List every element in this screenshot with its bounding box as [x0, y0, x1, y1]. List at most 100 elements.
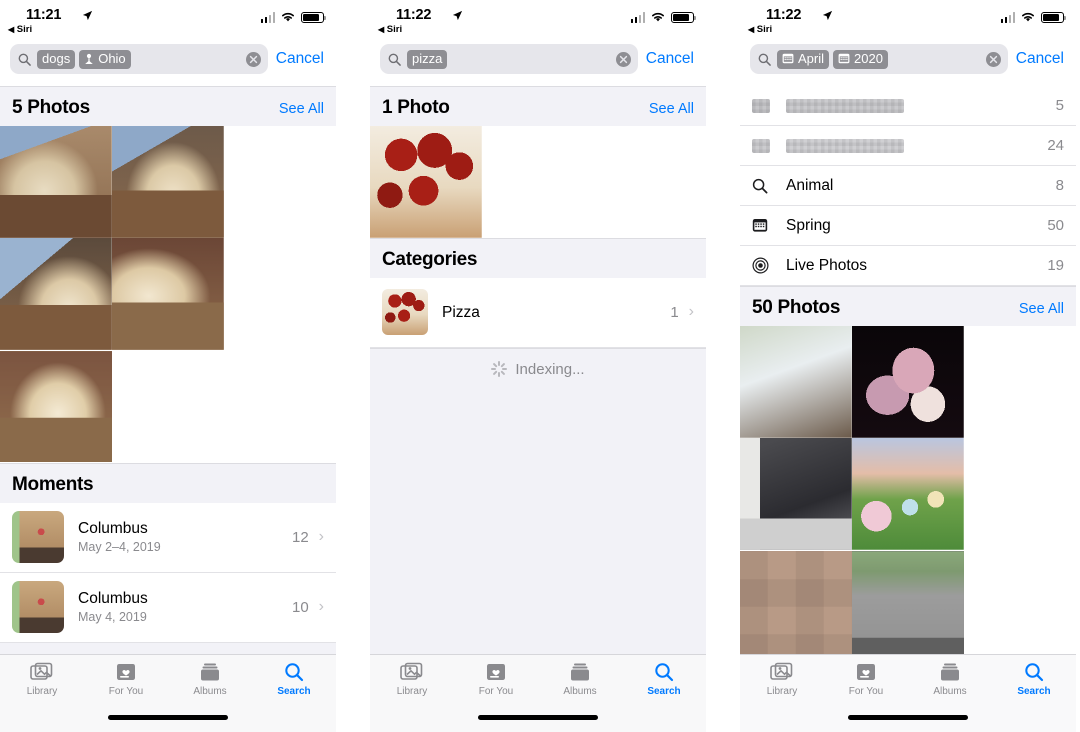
photo-thumbnail[interactable]: [0, 238, 112, 350]
albums-icon: [201, 663, 219, 681]
cancel-button[interactable]: Cancel: [276, 50, 326, 68]
see-all-link[interactable]: See All: [649, 101, 694, 117]
photo-thumbnail[interactable]: [740, 438, 852, 550]
photo-thumbnail[interactable]: [0, 126, 112, 238]
tab-for-you[interactable]: For You: [454, 662, 538, 697]
clear-search-button[interactable]: [615, 51, 631, 67]
suggestion-count: 24: [1047, 137, 1064, 154]
search-token-april[interactable]: April: [777, 49, 830, 69]
photo-thumbnail[interactable]: [0, 350, 112, 463]
tab-search[interactable]: Search: [622, 662, 706, 697]
search-bar: pizza Cancel: [370, 40, 706, 86]
search-token-label: pizza: [412, 50, 443, 66]
tab-library[interactable]: Library: [0, 662, 84, 697]
photo-thumbnail[interactable]: [370, 126, 482, 238]
see-all-link[interactable]: See All: [279, 101, 324, 117]
search-token-pizza[interactable]: pizza: [407, 49, 448, 69]
list-item[interactable]: Columbus May 4, 2019 10 ›: [0, 572, 336, 643]
redacted-icon: [752, 98, 774, 113]
photo-thumbnail[interactable]: [852, 438, 964, 550]
screenshot-root: 11:21 ◀ Siri dogs Ohio Cancel 5 Photos S…: [0, 0, 1080, 732]
search-results: 1 Photo See All Categories Pizza 1 › Ind…: [370, 86, 706, 654]
list-item[interactable]: Live Photos 19: [740, 246, 1076, 286]
see-all-link[interactable]: See All: [1019, 301, 1064, 317]
home-indicator[interactable]: [108, 715, 228, 720]
suggestion-text: Live Photos: [786, 256, 1039, 275]
indexing-label: Indexing...: [515, 360, 585, 378]
search-input[interactable]: pizza: [380, 44, 638, 74]
tab-search[interactable]: Search: [252, 662, 336, 697]
tab-bar: Library For You Albums Search: [370, 654, 706, 732]
photo-thumbnail[interactable]: [852, 550, 964, 654]
search-token-2020[interactable]: 2020: [833, 49, 888, 69]
battery-icon: [301, 12, 327, 23]
cancel-button[interactable]: Cancel: [1016, 50, 1066, 68]
back-to-siri-button[interactable]: ◀ Siri: [748, 24, 772, 35]
photo-stack-icon: [770, 662, 793, 680]
back-to-siri-button[interactable]: ◀ Siri: [378, 24, 402, 35]
clear-search-button[interactable]: [985, 51, 1001, 67]
tab-label: Albums: [563, 686, 597, 697]
tab-label: Search: [1017, 686, 1051, 697]
list-item[interactable]: Spring 50: [740, 206, 1076, 246]
tab-label: For You: [108, 686, 144, 697]
chevron-right-icon: ›: [318, 598, 324, 616]
list-item[interactable]: 5: [740, 86, 1076, 126]
tab-library[interactable]: Library: [740, 662, 824, 697]
tab-search[interactable]: Search: [992, 662, 1076, 697]
suggestion-title: Live Photos: [786, 257, 867, 274]
photo-thumbnail[interactable]: [740, 326, 852, 438]
photo-thumbnail[interactable]: [852, 326, 964, 438]
search-token-label: Ohio: [98, 50, 126, 66]
cancel-button[interactable]: Cancel: [646, 50, 696, 68]
calendar-icon: [752, 218, 774, 233]
list-item[interactable]: Pizza 1 ›: [370, 277, 706, 348]
search-icon: [758, 53, 771, 66]
home-indicator[interactable]: [848, 715, 968, 720]
tab-for-you[interactable]: For You: [84, 662, 168, 697]
tab-library[interactable]: Library: [370, 662, 454, 697]
list-item[interactable]: Columbus May 2–4, 2019 12 ›: [0, 502, 336, 573]
photo-thumbnail[interactable]: [112, 126, 224, 238]
list-item[interactable]: Animal 8: [740, 166, 1076, 206]
screen-april-2020: 11:22 ◀ Siri April 2020 Cancel 5 24 Anim…: [740, 0, 1076, 732]
tab-for-you[interactable]: For You: [824, 662, 908, 697]
search-token-label: April: [798, 50, 825, 66]
photo-grid: [370, 126, 706, 238]
clear-search-button[interactable]: [245, 51, 261, 67]
category-thumbnail: [382, 289, 428, 335]
search-input[interactable]: April 2020: [750, 44, 1008, 74]
chevron-right-icon: ›: [318, 528, 324, 546]
search-token-label: dogs: [42, 50, 71, 66]
search-token-dogs[interactable]: dogs: [37, 49, 76, 69]
battery-icon: [671, 12, 697, 23]
tab-label: Search: [647, 686, 681, 697]
screen-dogs-ohio: 11:21 ◀ Siri dogs Ohio Cancel 5 Photos S…: [0, 0, 336, 732]
moments-list: Columbus May 2–4, 2019 12 › Columbus May…: [0, 502, 336, 643]
back-label: Siri: [756, 24, 773, 35]
tab-label: For You: [848, 686, 884, 697]
search-input[interactable]: dogs Ohio: [10, 44, 268, 74]
suggestion-text: [786, 138, 1039, 153]
photo-thumbnail[interactable]: [740, 550, 852, 654]
photos-section-header: 1 Photo See All: [370, 86, 706, 126]
tab-albums[interactable]: Albums: [538, 662, 622, 697]
home-indicator[interactable]: [478, 715, 598, 720]
search-token-ohio[interactable]: Ohio: [79, 49, 131, 69]
back-to-siri-button[interactable]: ◀ Siri: [8, 24, 32, 35]
redacted-icon: [752, 138, 774, 153]
heart-card-icon: [857, 664, 875, 680]
moment-title: Columbus: [78, 519, 148, 537]
photo-thumbnail[interactable]: [112, 238, 224, 350]
location-arrow-icon: [82, 9, 93, 24]
moment-thumbnail: [12, 511, 64, 564]
category-text: Pizza: [442, 303, 662, 322]
tab-albums[interactable]: Albums: [168, 662, 252, 697]
category-count: 1: [670, 303, 679, 321]
search-results: 5 24 Animal 8 Spring 50 Live Photos 19 5…: [740, 86, 1076, 654]
battery-icon: [1041, 12, 1067, 23]
tab-albums[interactable]: Albums: [908, 662, 992, 697]
list-item[interactable]: 24: [740, 126, 1076, 166]
suggestion-text: Animal: [786, 176, 1048, 195]
search-icon: [18, 53, 31, 66]
